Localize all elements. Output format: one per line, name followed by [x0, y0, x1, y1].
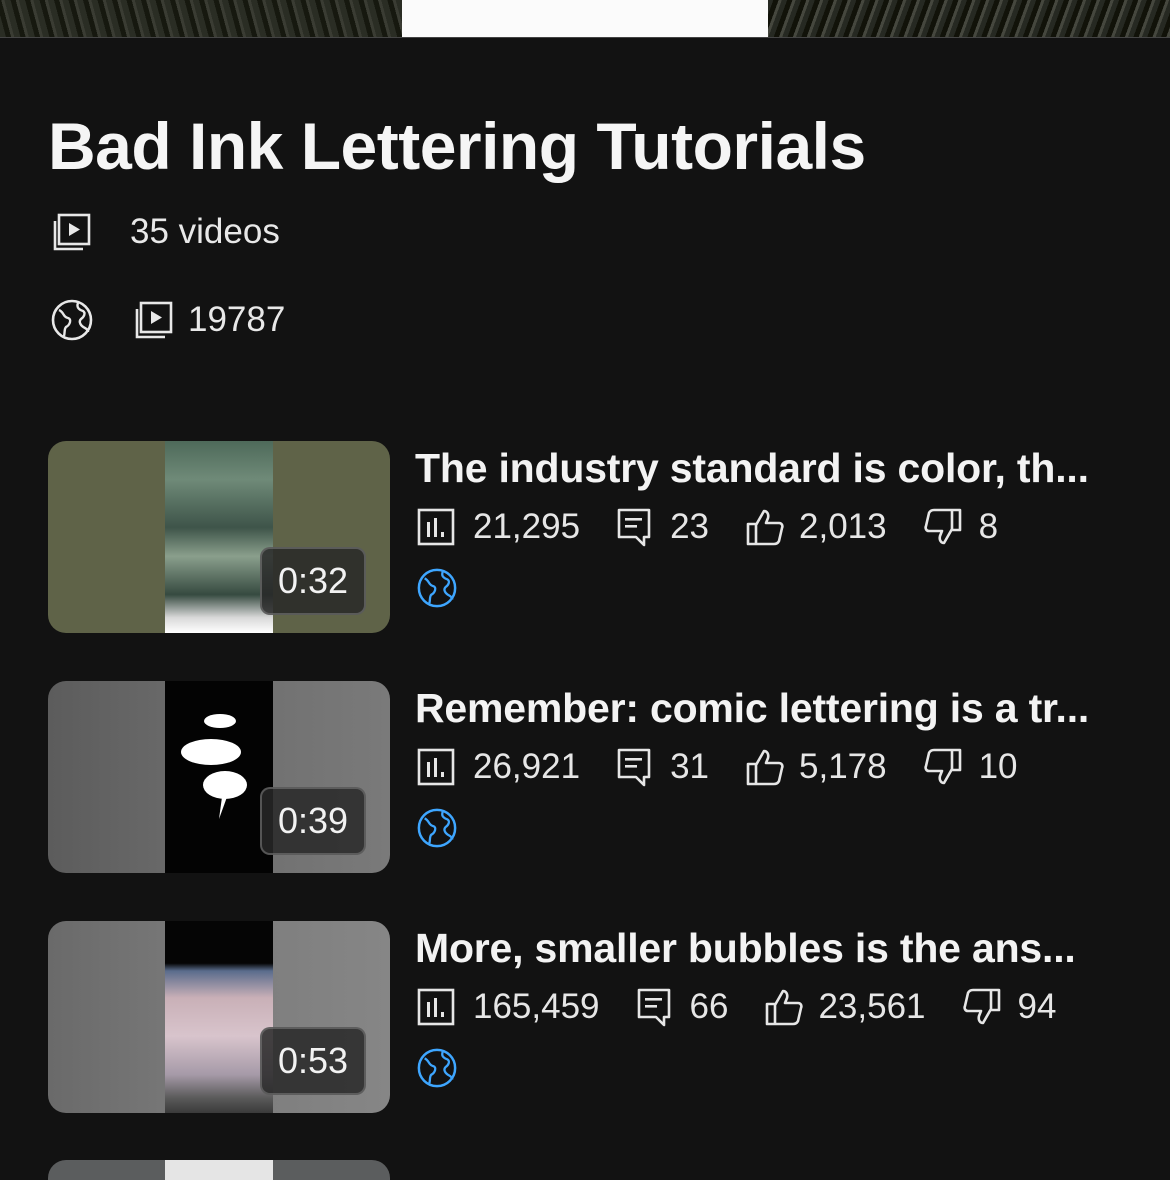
comment-icon	[616, 507, 652, 547]
comment-icon	[616, 747, 652, 787]
globe-icon	[416, 807, 458, 849]
thumbnail-comic-panel	[165, 681, 273, 873]
thumbnail-comic-panel	[165, 921, 273, 1113]
views-stat: 21,295	[417, 507, 580, 547]
playlist-title: Bad Ink Lettering Tutorials	[48, 109, 866, 183]
video-stats: 21,295 23 2,013 8	[417, 507, 1034, 547]
bar-chart-icon	[417, 508, 455, 546]
views-stat: 165,459	[417, 987, 600, 1027]
dislikes-count: 94	[1017, 987, 1057, 1026]
views-stat: 26,921	[417, 747, 580, 787]
dislikes-stat: 10	[923, 747, 1018, 787]
playlist-play-icon	[134, 300, 174, 340]
video-duration: 0:32	[260, 547, 366, 615]
video-item[interactable]: 0:53 More, smaller bubbles is the ans...…	[48, 921, 1158, 1113]
banner-divider	[0, 37, 1170, 38]
comments-stat: 31	[616, 747, 709, 787]
views-count: 165,459	[473, 987, 600, 1026]
views-count: 26,921	[473, 747, 581, 786]
likes-count: 23,561	[818, 987, 926, 1026]
globe-icon	[416, 567, 458, 609]
playlist-play-icon	[52, 212, 92, 252]
comments-count: 66	[689, 987, 729, 1026]
thumbs-up-icon	[764, 987, 804, 1027]
video-duration: 0:53	[260, 1027, 366, 1095]
globe-icon	[416, 1047, 458, 1089]
video-stats: 26,921 31 5,178 10	[417, 747, 1054, 787]
video-stats: 165,459 66 23,561 94	[417, 987, 1092, 1027]
dislikes-stat: 94	[962, 987, 1057, 1027]
video-thumbnail[interactable]: 0:39	[48, 681, 390, 873]
video-thumbnail[interactable]: 0:53	[48, 921, 390, 1113]
dislikes-count: 8	[978, 507, 999, 546]
dislikes-count: 10	[978, 747, 1018, 786]
video-count-row: 35 videos	[52, 212, 280, 252]
video-item[interactable]: 0:39 Remember: comic lettering is a tr..…	[48, 681, 1158, 873]
globe-icon	[50, 298, 94, 342]
video-title[interactable]: The industry standard is color, th...	[415, 445, 1089, 492]
likes-stat: 5,178	[745, 747, 887, 787]
playlist-banner	[0, 0, 1170, 38]
comments-count: 23	[670, 507, 709, 546]
thumbnail-comic-panel	[165, 441, 273, 633]
video-item[interactable]: 0:32 The industry standard is color, th.…	[48, 441, 1158, 633]
thumbs-down-icon	[923, 507, 963, 547]
banner-art-left	[0, 0, 402, 38]
video-count: 35 videos	[130, 212, 280, 251]
banner-art-right	[768, 0, 1170, 38]
bar-chart-icon	[417, 748, 455, 786]
views-count: 21,295	[473, 507, 581, 546]
visibility-row: 19787	[50, 298, 285, 342]
thumbs-down-icon	[962, 987, 1002, 1027]
comments-stat: 23	[616, 507, 709, 547]
comment-icon	[636, 987, 672, 1027]
thumbs-down-icon	[923, 747, 963, 787]
bar-chart-icon	[417, 988, 455, 1026]
video-title[interactable]: More, smaller bubbles is the ans...	[415, 925, 1076, 972]
thumbnail-comic-panel	[165, 1160, 273, 1180]
likes-count: 2,013	[799, 507, 887, 546]
video-duration: 0:39	[260, 787, 366, 855]
likes-stat: 2,013	[745, 507, 887, 547]
likes-count: 5,178	[799, 747, 887, 786]
likes-stat: 23,561	[764, 987, 926, 1027]
video-title[interactable]: Remember: comic lettering is a tr...	[415, 685, 1089, 732]
video-thumbnail-partial[interactable]	[48, 1160, 390, 1180]
playlist-views: 19787	[188, 300, 286, 339]
thumbs-up-icon	[745, 747, 785, 787]
dislikes-stat: 8	[923, 507, 998, 547]
comments-stat: 66	[636, 987, 729, 1027]
comments-count: 31	[670, 747, 709, 786]
video-thumbnail[interactable]: 0:32	[48, 441, 390, 633]
thumbs-up-icon	[745, 507, 785, 547]
banner-art-center	[402, 0, 768, 38]
